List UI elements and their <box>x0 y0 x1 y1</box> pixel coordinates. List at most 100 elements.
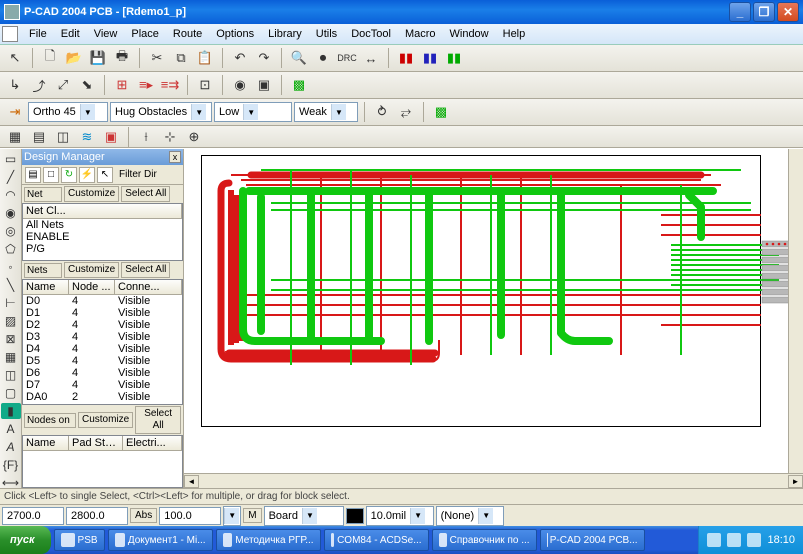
panel-refresh-icon[interactable]: ↻ <box>61 167 77 183</box>
table-row[interactable]: D34Visible <box>23 331 182 343</box>
push-icon[interactable]: ⥁ <box>371 101 393 123</box>
pad-icon[interactable]: ▣ <box>253 74 275 96</box>
taskbar-item[interactable]: PSB <box>54 529 105 551</box>
priority-combo[interactable]: Low▼ <box>214 102 292 122</box>
snap-icon[interactable]: ⊹ <box>159 126 181 148</box>
layers-red-icon[interactable]: ▮▮ <box>395 47 417 69</box>
measure-icon[interactable]: ↔ <box>360 47 382 69</box>
fanout-icon[interactable]: ⊞ <box>111 74 133 96</box>
net-customize-button[interactable]: Customize <box>64 186 119 202</box>
via-icon[interactable]: ◉ <box>229 74 251 96</box>
width-combo[interactable]: 10.0mil▼ <box>366 506 434 526</box>
select-tool-icon[interactable]: ↖ <box>4 47 26 69</box>
taskbar-item[interactable]: Документ1 - Mi... <box>108 529 213 551</box>
table-row[interactable]: D64Visible <box>23 367 182 379</box>
pcb-canvas[interactable] <box>184 149 803 473</box>
close-button[interactable]: ✕ <box>777 2 799 22</box>
place-room-icon[interactable]: ◫ <box>1 367 21 383</box>
cut-icon[interactable]: ✂ <box>146 47 168 69</box>
place-polygon-icon[interactable]: ⬠ <box>1 241 21 257</box>
route-manual-icon[interactable]: ↳ <box>4 74 26 96</box>
board-icon[interactable]: ▩ <box>430 101 452 123</box>
system-tray[interactable]: 18:10 <box>698 526 803 554</box>
col-name[interactable]: Name <box>23 280 69 294</box>
place-copper-icon[interactable]: ▨ <box>1 313 21 329</box>
redo-icon[interactable]: ↷ <box>253 47 275 69</box>
table-row[interactable]: D74Visible <box>23 379 182 391</box>
hug-combo[interactable]: Hug Obstacles▼ <box>110 102 212 122</box>
place-diag-icon[interactable]: ╲ <box>1 277 21 293</box>
menu-library[interactable]: Library <box>261 25 309 43</box>
route-bus-icon[interactable]: ⤢ <box>52 74 74 96</box>
layers-blue-icon[interactable]: ▮▮ <box>419 47 441 69</box>
place-cutout-icon[interactable]: ▢ <box>1 385 21 401</box>
menu-macro[interactable]: Macro <box>398 25 443 43</box>
route-mode-icon[interactable]: ⇥ <box>4 101 26 123</box>
undo-icon[interactable]: ↶ <box>229 47 251 69</box>
col-elec[interactable]: Electri... <box>123 436 182 450</box>
taskbar-item[interactable]: COM84 - ACDSe... <box>324 529 429 551</box>
nets-customize-button[interactable]: Customize <box>64 262 119 278</box>
grid-icon[interactable]: ▦ <box>4 126 26 148</box>
status-x[interactable]: 2700.0 <box>2 507 64 525</box>
layer-combo[interactable]: Board▼ <box>264 506 344 526</box>
paste-icon[interactable]: 📋 <box>194 47 216 69</box>
route-arc-icon[interactable]: ⤴ <box>28 74 50 96</box>
menu-doctool[interactable]: DocTool <box>344 25 398 43</box>
nets-list[interactable]: Name Node ... Conne... D04VisibleD14Visi… <box>22 279 183 405</box>
pcb-icon[interactable]: ▩ <box>288 74 310 96</box>
menu-window[interactable]: Window <box>443 25 496 43</box>
tray-icon[interactable] <box>707 533 721 547</box>
minimize-button[interactable]: _ <box>729 2 751 22</box>
place-dim-icon[interactable]: ⟷ <box>1 475 21 488</box>
origin-icon[interactable]: ⊕ <box>183 126 205 148</box>
nodes-selectall-button[interactable]: Select All <box>135 406 181 434</box>
macro-button[interactable]: M <box>243 508 261 523</box>
place-text-icon[interactable]: A <box>1 421 21 437</box>
layers-green-icon[interactable]: ▮▮ <box>443 47 465 69</box>
panel-tree-icon[interactable]: ▤ <box>25 167 41 183</box>
panel-box-icon[interactable]: □ <box>43 167 59 183</box>
panel-filter-icon[interactable]: ⚡ <box>79 167 95 183</box>
menu-utils[interactable]: Utils <box>309 25 344 43</box>
save-icon[interactable]: 💾 <box>87 47 109 69</box>
place-fill-icon[interactable]: ▮ <box>1 403 21 419</box>
design-manager-title[interactable]: Design Manager x <box>22 149 183 165</box>
nets-icon[interactable]: ◫ <box>52 126 74 148</box>
status-grid[interactable]: 100.0 <box>159 507 221 525</box>
net-class-list[interactable]: Net Cl... All NetsENABLEP/G <box>22 203 183 261</box>
table-row[interactable]: D54Visible <box>23 355 182 367</box>
print-icon[interactable]: 🖶 <box>111 47 133 69</box>
taskbar-item[interactable]: Справочник по ... <box>432 529 537 551</box>
table-row[interactable]: D04Visible <box>23 295 182 307</box>
shove-icon[interactable]: ⥂ <box>395 101 417 123</box>
place-component-icon[interactable]: ▭ <box>1 151 21 167</box>
maximize-button[interactable]: ❐ <box>753 2 775 22</box>
menu-edit[interactable]: Edit <box>54 25 87 43</box>
via-combo[interactable]: (None)▼ <box>436 506 504 526</box>
place-field-icon[interactable]: {F} <box>1 457 21 473</box>
route-miter-icon[interactable]: ⬊ <box>76 74 98 96</box>
grid-combo[interactable]: ▼ <box>223 506 241 526</box>
menu-route[interactable]: Route <box>166 25 209 43</box>
place-point-icon[interactable]: ◦ <box>1 259 21 275</box>
menu-file[interactable]: File <box>22 25 54 43</box>
tray-icon[interactable] <box>727 533 741 547</box>
menu-place[interactable]: Place <box>124 25 166 43</box>
scrollbar-horizontal[interactable]: ◄ ► <box>184 473 803 488</box>
scrollbar-vertical[interactable] <box>788 149 803 473</box>
place-arc-icon[interactable]: ◠ <box>1 187 21 203</box>
panel-close-icon[interactable]: x <box>169 151 181 163</box>
nodes-customize-button[interactable]: Customize <box>78 412 133 428</box>
net-class-header[interactable]: Net Cl... <box>23 204 182 218</box>
start-button[interactable]: пуск <box>0 526 51 554</box>
table-row[interactable]: D14Visible <box>23 307 182 319</box>
place-plane-icon[interactable]: ▦ <box>1 349 21 365</box>
multi-route-icon[interactable]: ≡⇉ <box>159 74 181 96</box>
list-item[interactable]: All Nets <box>23 219 182 231</box>
zoom-window-icon[interactable]: 🔍 <box>288 47 310 69</box>
taskbar-item[interactable]: Методичка РГР... <box>216 529 321 551</box>
ortho-combo[interactable]: Ortho 45▼ <box>28 102 108 122</box>
taskbar-item[interactable]: P-CAD 2004 PCB... <box>540 529 645 551</box>
route-display-icon[interactable]: ≋ <box>76 126 98 148</box>
